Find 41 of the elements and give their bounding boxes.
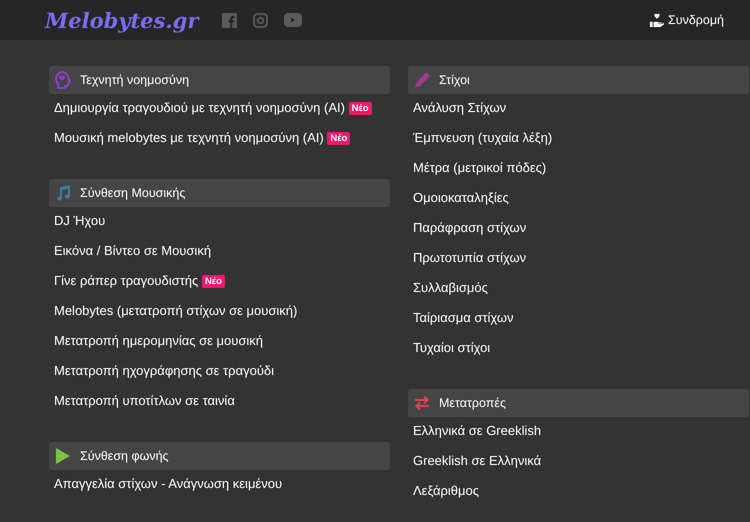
menu-link[interactable]: Μετατροπή ηχογράφησης σε τραγούδι xyxy=(49,356,390,386)
menu-link[interactable]: Μετατροπή ημερομηνίας σε μουσική xyxy=(49,326,390,356)
section-title: Σύνθεση Μουσικής xyxy=(80,184,186,202)
play-icon xyxy=(54,447,72,465)
section-title: Σύνθεση φωνής xyxy=(80,448,169,465)
subscribe-link[interactable]: Συνδρομή xyxy=(650,10,724,30)
hand-heart-icon xyxy=(650,13,664,27)
menu-link[interactable]: DJ Ήχου xyxy=(49,207,390,236)
instagram-icon[interactable] xyxy=(253,12,268,28)
menu-link[interactable]: Melobytes (μετατροπή στίχων σε μουσική) xyxy=(49,296,390,326)
menu-link[interactable]: Εικόνα / Βίντεο σε Μουσική xyxy=(49,236,390,266)
section-title: Τεχνητή νοημοσύνη xyxy=(80,72,190,89)
menu-link[interactable]: Έμπνευση (τυχαία λέξη) xyxy=(408,123,749,153)
facebook-icon[interactable] xyxy=(222,12,238,28)
menu-link[interactable]: Ταίριασμα στίχων xyxy=(408,303,749,333)
menu-link[interactable]: Greeklish σε Ελληνικά xyxy=(408,446,749,476)
menu-link[interactable]: Μετατροπή υποτίτλων σε ταινία xyxy=(49,386,390,416)
new-badge: Νέο xyxy=(202,275,225,288)
menu-link[interactable]: Λεξάριθμος xyxy=(408,476,749,506)
site-logo[interactable]: Melobytes.gr xyxy=(45,10,198,30)
section-title: Στίχοι xyxy=(439,72,470,89)
menu-link[interactable]: Συλλαβισμός xyxy=(408,273,749,303)
pencil-icon xyxy=(413,71,431,89)
section-title: Μετατροπές xyxy=(439,394,506,412)
music-note-icon xyxy=(54,184,72,202)
menu-link[interactable]: Μουσική melobytes με τεχνητή νοημοσύνη (AI) Νέο xyxy=(49,123,390,153)
new-badge: Νέο xyxy=(348,102,372,115)
menu-link[interactable]: Απαγγελία στίχων - Ανάγνωση κειμένου xyxy=(49,470,390,499)
menu-link[interactable]: Δημιουργία τραγουδιού με τεχνητή νοημοσύνη (AI) Νέο xyxy=(49,94,390,123)
swap-arrows-icon xyxy=(413,394,431,412)
menu-link[interactable]: Ανάλυση Στίχων xyxy=(408,94,749,123)
menu-link[interactable]: Παράφραση στίχων xyxy=(408,213,749,243)
new-badge: Νέο xyxy=(327,132,350,145)
youtube-icon[interactable] xyxy=(284,13,302,27)
menu-link[interactable]: Πρωτοτυπία στίχων xyxy=(408,243,749,273)
menu-link[interactable]: Γίνε ράπερ τραγουδιστής Νέο xyxy=(49,266,390,296)
menu-link[interactable]: Ελληνικά σε Greeklish xyxy=(408,417,749,446)
menu-link[interactable]: Μέτρα (μετρικοί πόδες) xyxy=(408,153,749,183)
brain-head-icon xyxy=(54,71,72,89)
menu-link[interactable]: Ομοιοκαταληξίες xyxy=(408,183,749,213)
menu-link[interactable]: Τυχαίοι στίχοι xyxy=(408,333,749,363)
